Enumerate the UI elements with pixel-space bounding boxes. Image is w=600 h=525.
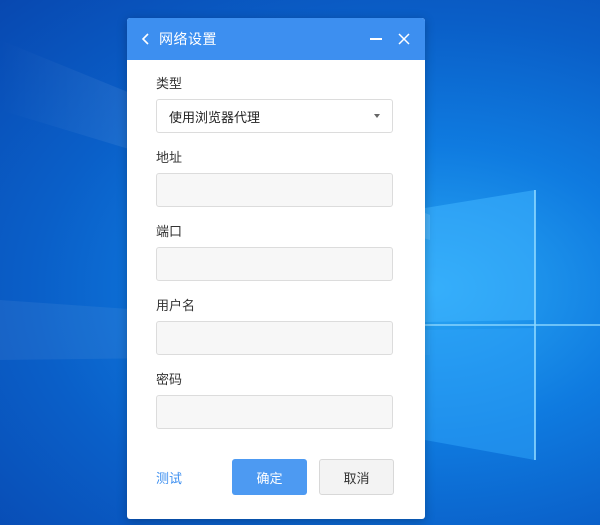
type-label: 类型 (156, 77, 183, 92)
port-field-wrap (156, 247, 393, 281)
network-settings-dialog: 网络设置 类型 使用浏览器代理 地址 端口 用户名 密码 测试 确定 取消 (127, 18, 425, 519)
port-label: 端口 (156, 225, 183, 240)
dialog-footer: 测试 确定 取消 (156, 459, 395, 495)
username-label: 用户名 (156, 299, 196, 314)
close-icon[interactable] (397, 32, 411, 46)
address-input[interactable] (157, 174, 392, 206)
settings-form: 类型 使用浏览器代理 地址 端口 用户名 密码 (127, 76, 425, 429)
type-select[interactable]: 使用浏览器代理 (156, 99, 393, 133)
cancel-button[interactable]: 取消 (319, 459, 394, 495)
port-input[interactable] (157, 248, 392, 280)
password-field-wrap (156, 395, 393, 429)
type-selected-value: 使用浏览器代理 (169, 110, 261, 126)
password-label: 密码 (156, 373, 183, 388)
caret-down-icon (374, 114, 380, 118)
chevron-left-icon[interactable] (139, 32, 153, 46)
address-field-wrap (156, 173, 393, 207)
confirm-button[interactable]: 确定 (232, 459, 307, 495)
address-label: 地址 (156, 151, 183, 166)
window-controls (369, 18, 411, 60)
windows-logo-graphic (425, 190, 600, 460)
password-input[interactable] (157, 396, 392, 428)
desktop-background: 网络设置 类型 使用浏览器代理 地址 端口 用户名 密码 测试 确定 取消 (0, 0, 600, 525)
dialog-titlebar: 网络设置 (127, 18, 425, 60)
dialog-title: 网络设置 (159, 32, 217, 48)
minimize-icon[interactable] (369, 32, 383, 46)
username-input[interactable] (157, 322, 392, 354)
username-field-wrap (156, 321, 393, 355)
test-link[interactable]: 测试 (156, 468, 182, 487)
